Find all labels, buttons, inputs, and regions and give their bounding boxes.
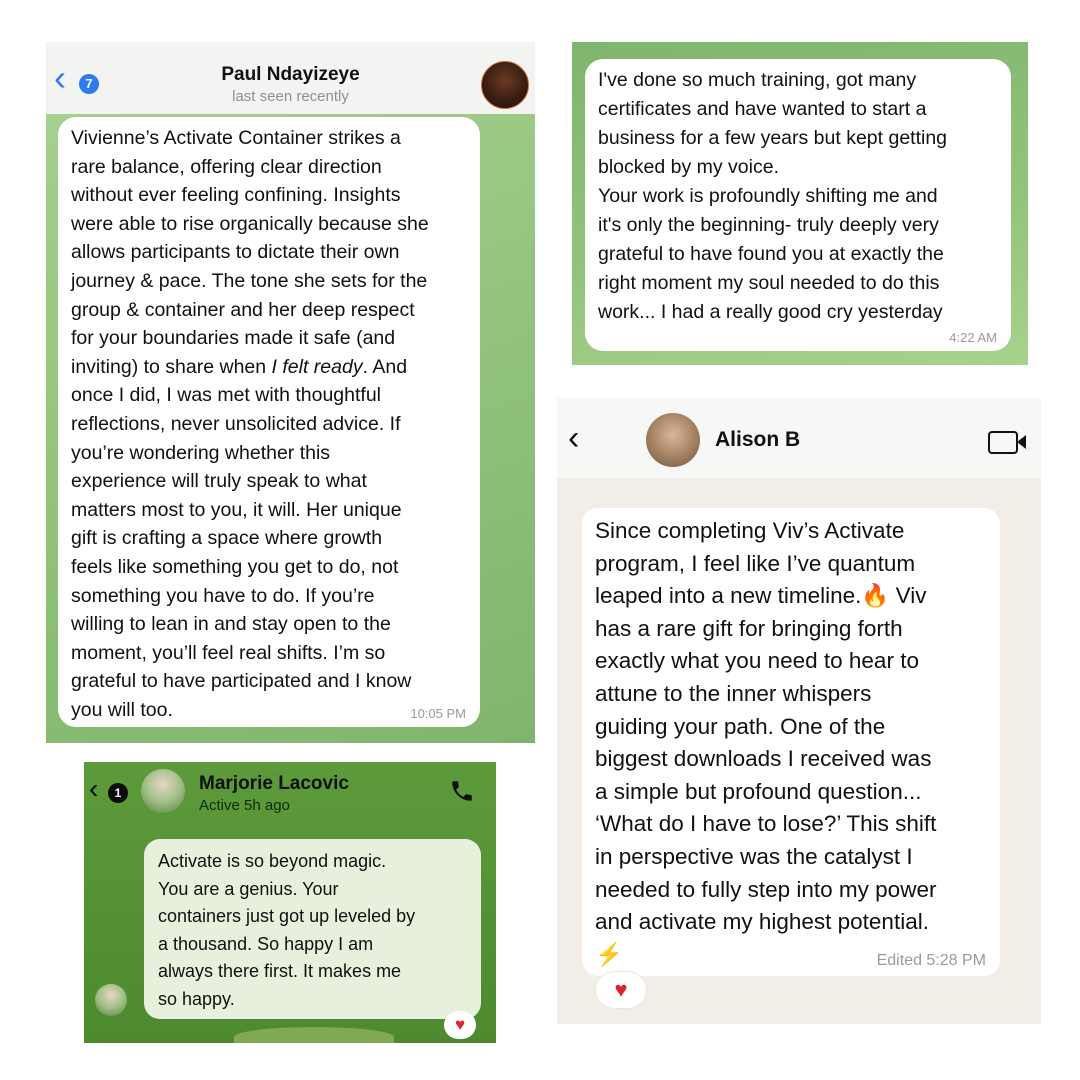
contact-status: Active 5h ago [199,797,290,814]
chat-panel-snippet: I've done so much training, got many cer… [572,42,1028,365]
avatar[interactable] [481,61,529,109]
chevron-left-icon[interactable]: ‹ [568,420,579,456]
chat-header: ‹ 7 Paul Ndayizeye last seen recently [46,42,535,114]
message-time: 4:22 AM [949,330,997,345]
chat-panel-marjorie: ‹ 1 Marjorie Lacovic Active 5h ago Activ… [84,762,496,1043]
emphasis-text: I felt ready [271,355,363,378]
chevron-left-icon[interactable]: ‹ [89,775,98,803]
heart-icon[interactable]: ♥ [596,972,646,1008]
message-bubble[interactable]: I've done so much training, got many cer… [585,59,1011,351]
chat-header: ‹ Alison B [557,398,1041,478]
message-text: I've done so much training, got many cer… [598,69,948,323]
contact-name[interactable]: Marjorie Lacovic [199,773,349,795]
message-bubble[interactable]: Since completing Viv’s Activate program,… [582,508,1000,976]
decorative-ornament [234,1027,394,1043]
message-bubble[interactable]: Vivienne’s Activate Container strikes a … [58,117,480,727]
chat-panel-paul: ‹ 7 Paul Ndayizeye last seen recently Vi… [46,42,535,743]
message-text: Vivienne’s Activate Container strikes a … [71,127,429,721]
message-bubble[interactable]: Activate is so beyond magic. You are a g… [144,839,481,1019]
heart-icon[interactable]: ♥ [444,1011,476,1039]
chat-panel-alison: ‹ Alison B Since completing Viv’s Activa… [557,398,1041,1024]
avatar[interactable] [141,769,185,813]
avatar[interactable] [646,413,700,467]
message-text: Activate is so beyond magic. You are a g… [158,851,416,1009]
message-text: Since completing Viv’s Activate program,… [595,518,937,967]
unread-count-badge[interactable]: 1 [108,783,128,803]
video-call-icon[interactable] [988,431,1026,454]
phone-icon[interactable] [449,778,475,804]
contact-status: last seen recently [232,88,349,105]
message-time: 10:05 PM [410,706,466,721]
message-time: Edited 5:28 PM [876,952,986,969]
contact-name[interactable]: Alison B [715,428,800,452]
sender-avatar [95,984,127,1016]
contact-name[interactable]: Paul Ndayizeye [46,64,535,86]
